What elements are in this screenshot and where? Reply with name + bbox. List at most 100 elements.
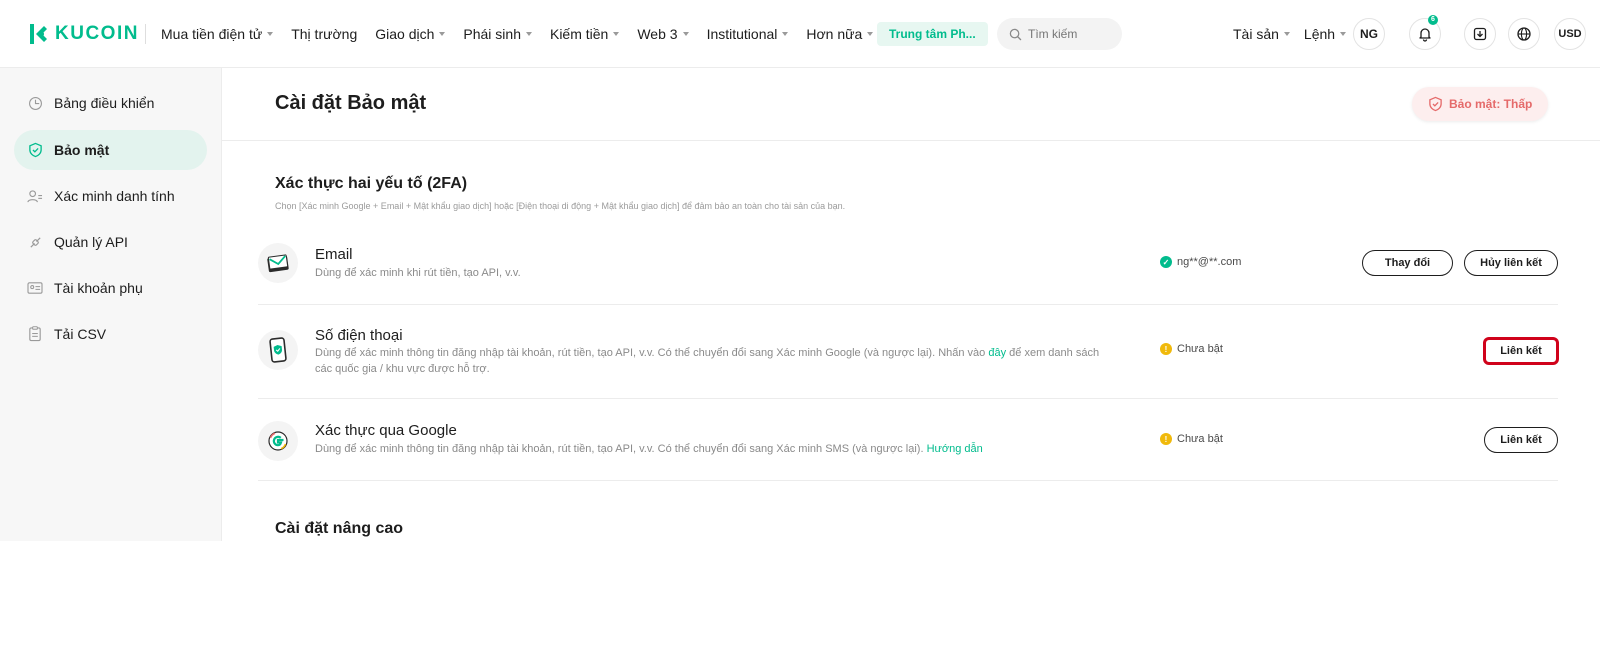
notification-count-badge: 6 [1428, 15, 1438, 25]
sidebar-item-label: Tài khoản phụ [54, 280, 143, 296]
nav-label: Mua tiền điện tử [161, 26, 263, 42]
supported-countries-link[interactable]: đây [988, 347, 1006, 359]
account-menu: Tài sản Lệnh [1233, 0, 1360, 68]
sidebar-item-label: Tải CSV [54, 326, 107, 342]
link-google-auth-button[interactable]: Liên kết [1484, 427, 1558, 453]
search-input[interactable] [1028, 27, 1113, 41]
unlink-email-button[interactable]: Hủy liên kết [1464, 250, 1558, 276]
nav-label: Lệnh [1303, 26, 1336, 42]
phone-row-title: Số điện thoại [315, 327, 403, 344]
sub-account-icon [27, 280, 43, 296]
nav-web3[interactable]: Web 3 [637, 26, 689, 42]
google-auth-row-desc: Dùng để xác minh thông tin đăng nhập tài… [315, 441, 1105, 457]
google-auth-status-text: Chưa bật [1177, 433, 1223, 445]
desc-text: Dùng để xác minh thông tin đăng nhập tài… [315, 347, 989, 359]
user-verify-icon [27, 188, 43, 204]
api-icon [27, 234, 43, 250]
phone-row-desc: Dùng để xác minh thông tin đăng nhập tài… [315, 345, 1105, 377]
nav-divider [145, 24, 146, 44]
email-row: Email Dùng để xác minh khi rút tiền, tạo… [258, 243, 1558, 283]
row-divider [258, 398, 1558, 399]
advanced-settings-title: Cài đặt nâng cao [275, 520, 404, 537]
main-menu: Mua tiền điện tử Thị trường Giao dịch Ph… [161, 0, 891, 68]
csv-icon [27, 326, 43, 342]
page-header: Cài đặt Bảo mật Bảo mật: Thấp [222, 68, 1600, 141]
currency-button[interactable]: USD [1554, 18, 1586, 50]
nav-label: Phái sinh [463, 26, 521, 42]
phone-status: ! Chưa bật [1160, 343, 1223, 355]
twofa-section-title: Xác thực hai yếu tố (2FA) [275, 175, 468, 192]
kucoin-logo[interactable]: KUCOIN [28, 22, 139, 46]
nav-label: Giao dịch [375, 26, 435, 42]
nav-earn[interactable]: Kiếm tiền [549, 26, 620, 42]
chevron-down-icon [682, 32, 689, 36]
nav-derivatives[interactable]: Phái sinh [463, 26, 532, 42]
promo-center-button[interactable]: Trung tâm Ph... [877, 22, 988, 46]
nav-institutional[interactable]: Institutional [707, 26, 789, 42]
email-status-text: ng**@**.com [1177, 256, 1242, 268]
link-phone-button[interactable]: Liên kết [1484, 338, 1558, 364]
avatar[interactable]: NG [1353, 18, 1385, 50]
notifications-button[interactable]: 6 [1409, 15, 1441, 50]
chevron-down-icon [1283, 32, 1290, 36]
nav-more[interactable]: Hơn nữa [806, 26, 874, 42]
change-email-button[interactable]: Thay đổi [1362, 250, 1453, 276]
language-button[interactable] [1508, 18, 1540, 50]
twofa-section-desc: Chọn [Xác minh Google + Email + Mật khẩu… [275, 201, 846, 211]
dashboard-icon [27, 95, 43, 111]
nav-markets[interactable]: Thị trường [291, 26, 357, 42]
sidebar-item-label: Bảng điều khiển [54, 95, 155, 111]
row-divider [258, 480, 1558, 481]
nav-assets[interactable]: Tài sản [1233, 26, 1290, 42]
nav-label: Institutional [706, 26, 778, 42]
chevron-down-icon [867, 32, 874, 36]
desc-text: Dùng để xác minh thông tin đăng nhập tài… [315, 443, 927, 455]
google-auth-row: Xác thực qua Google Dùng để xác minh thô… [258, 421, 1558, 461]
chevron-down-icon [613, 32, 620, 36]
sidebar-item-security[interactable]: Bảo mật [14, 130, 207, 170]
email-icon [258, 243, 298, 283]
phone-row: Số điện thoại Dùng để xác minh thông tin… [258, 325, 1558, 385]
sidebar: Bảng điều khiển Bảo mật Xác minh danh tí… [0, 68, 222, 541]
guide-link[interactable]: Hướng dẫn [927, 443, 983, 455]
security-level-text: Bảo mật: Thấp [1449, 97, 1533, 111]
chevron-down-icon [1340, 32, 1347, 36]
brand-name: KUCOIN [55, 23, 139, 44]
nav-trade[interactable]: Giao dịch [375, 26, 446, 42]
page-title: Cài đặt Bảo mật [275, 92, 427, 114]
search-icon [1009, 28, 1022, 40]
sidebar-item-sub-account[interactable]: Tài khoản phụ [14, 268, 207, 308]
check-icon: ✓ [1160, 256, 1172, 268]
row-divider [258, 304, 1558, 305]
nav-label: Web 3 [637, 26, 678, 42]
sidebar-item-label: Quản lý API [54, 234, 128, 250]
sidebar-item-identity-verification[interactable]: Xác minh danh tính [14, 176, 207, 216]
nav-label: Hơn nữa [806, 26, 863, 42]
sidebar-item-api-management[interactable]: Quản lý API [14, 222, 207, 262]
main-content: Cài đặt Bảo mật Bảo mật: Thấp Xác thực h… [222, 68, 1600, 541]
nav-buy-crypto[interactable]: Mua tiền điện tử [161, 26, 274, 42]
app-window: KUCOIN Mua tiền điện tử Thị trường Giao … [0, 0, 1600, 541]
sidebar-item-label: Bảo mật [54, 142, 110, 158]
download-icon [1473, 27, 1487, 41]
chevron-down-icon [525, 32, 532, 36]
shield-icon [27, 142, 43, 158]
kucoin-logo-icon [30, 24, 47, 44]
search-box[interactable] [997, 18, 1122, 50]
shield-check-icon [1429, 96, 1442, 112]
globe-icon [1517, 27, 1531, 41]
email-row-title: Email [315, 246, 353, 263]
chevron-down-icon [782, 32, 789, 36]
download-app-button[interactable] [1464, 18, 1496, 50]
sidebar-item-dashboard[interactable]: Bảng điều khiển [14, 83, 207, 123]
google-authenticator-icon [258, 421, 298, 461]
bell-icon [1419, 28, 1431, 42]
nav-orders[interactable]: Lệnh [1303, 26, 1347, 42]
warning-icon: ! [1160, 433, 1172, 445]
nav-label: Kiếm tiền [549, 26, 609, 42]
security-level-badge[interactable]: Bảo mật: Thấp [1412, 87, 1549, 121]
sidebar-item-label: Xác minh danh tính [54, 188, 175, 204]
nav-label: Thị trường [291, 26, 358, 42]
nav-label: Tài sản [1233, 26, 1279, 42]
sidebar-item-download-csv[interactable]: Tải CSV [14, 314, 207, 354]
